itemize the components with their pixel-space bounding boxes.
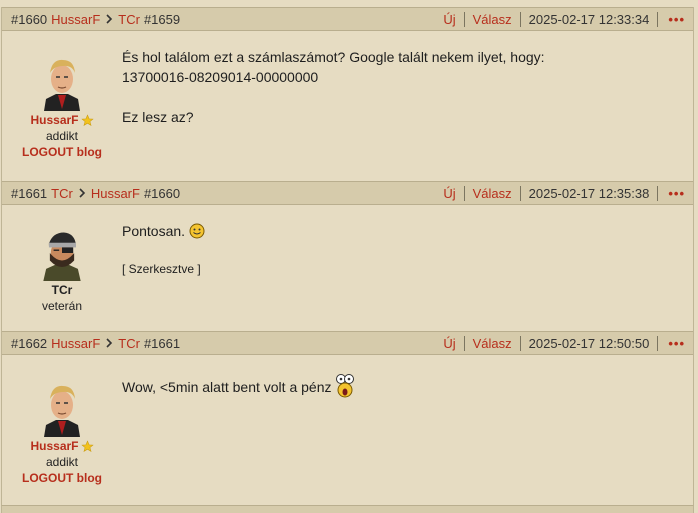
reply-to-post-link[interactable]: #1661 [144, 336, 180, 351]
post-text-line: Pontosan. [122, 221, 205, 241]
reply-button[interactable]: Válasz [473, 336, 512, 351]
post-1662: #1662 HussarF TCr #1661 Új Válasz 2025-0… [1, 331, 694, 505]
post-content: Pontosan. [ Szerkesztve ] [122, 205, 205, 331]
divider [657, 185, 659, 201]
post-date: 2025-02-17 12:50:50 [528, 335, 650, 351]
author-rank: addikt [45, 129, 79, 143]
avatar[interactable] [32, 51, 92, 111]
star-icon [80, 439, 94, 452]
avatar[interactable] [32, 377, 92, 437]
star-icon [80, 113, 94, 126]
post-text: Wow, <5min alatt bent volt a pénz [122, 379, 332, 395]
author-rank: addikt [45, 455, 79, 469]
author-name[interactable]: HussarF [30, 439, 94, 453]
chevron-right-icon [79, 188, 85, 198]
author-name-label[interactable]: HussarF [30, 439, 78, 453]
author-link[interactable]: TCr [51, 186, 73, 201]
post-header: #1662 HussarF TCr #1661 Új Válasz 2025-0… [2, 331, 693, 355]
author-panel: TCr veterán [2, 205, 122, 331]
post-number[interactable]: #1661 [11, 186, 47, 201]
post-date: 2025-02-17 12:35:38 [528, 185, 650, 201]
post-header: #1660 HussarF TCr #1659 Új Válasz 2025-0… [2, 7, 693, 31]
divider [463, 335, 465, 351]
post-text-line: 13700016-08209014-00000000 [122, 69, 319, 85]
post-body: HussarF addikt LOGOUT blog Wow, <5min al… [2, 355, 693, 505]
new-button[interactable]: Új [443, 336, 455, 351]
comment-thread: #1660 HussarF TCr #1659 Új Válasz 2025-0… [0, 0, 698, 513]
smile-icon [189, 223, 205, 239]
more-options-icon[interactable]: ••• [668, 12, 685, 27]
post-1660: #1660 HussarF TCr #1659 Új Válasz 2025-0… [1, 7, 694, 181]
chevron-right-icon [106, 14, 113, 24]
author-name-label[interactable]: HussarF [30, 113, 78, 127]
post-header: #1661 TCr HussarF #1660 Új Válasz 2025-0… [2, 181, 693, 205]
post-text-line: Ez lesz az? [122, 109, 194, 125]
post-content: Wow, <5min alatt bent volt a pénz [122, 355, 355, 505]
author-link[interactable]: HussarF [51, 12, 100, 27]
post-number[interactable]: #1662 [11, 336, 47, 351]
reply-button[interactable]: Válasz [473, 12, 512, 27]
post-date: 2025-02-17 12:33:34 [528, 11, 650, 27]
author-panel: HussarF addikt LOGOUT blog [2, 355, 122, 505]
shocked-smiley-icon [336, 374, 355, 398]
reply-to-user-link[interactable]: TCr [118, 12, 140, 27]
author-link[interactable]: HussarF [51, 336, 100, 351]
post-text-line: És hol találom ezt a számlaszámot? Googl… [122, 49, 545, 65]
author-panel: HussarF addikt LOGOUT blog [2, 31, 122, 181]
divider [463, 11, 465, 27]
post-text: Pontosan. [122, 223, 186, 239]
reply-to-post-link[interactable]: #1660 [144, 186, 180, 201]
divider [657, 335, 659, 351]
reply-button[interactable]: Válasz [473, 186, 512, 201]
post-body: TCr veterán Pontosan. [ Szerkesztve ] [2, 205, 693, 331]
author-blog-link[interactable]: LOGOUT blog [22, 471, 102, 485]
post-text-line [122, 87, 545, 107]
divider [519, 185, 521, 201]
author-name-label[interactable]: TCr [52, 283, 73, 297]
divider [519, 335, 521, 351]
post-1661: #1661 TCr HussarF #1660 Új Válasz 2025-0… [1, 181, 694, 331]
divider [463, 185, 465, 201]
avatar[interactable] [32, 225, 92, 281]
post-text-line: Wow, <5min alatt bent volt a pénz [122, 373, 355, 398]
reply-to-user-link[interactable]: TCr [118, 336, 140, 351]
more-options-icon[interactable]: ••• [668, 336, 685, 351]
edited-label[interactable]: [ Szerkesztve ] [122, 259, 205, 279]
reply-to-user-link[interactable]: HussarF [91, 186, 140, 201]
divider [657, 11, 659, 27]
divider [519, 11, 521, 27]
author-rank: veterán [41, 299, 83, 313]
author-blog-link[interactable]: LOGOUT blog [22, 145, 102, 159]
post-number[interactable]: #1660 [11, 12, 47, 27]
more-options-icon[interactable]: ••• [668, 186, 685, 201]
post-content: És hol találom ezt a számlaszámot? Googl… [122, 31, 545, 181]
new-button[interactable]: Új [443, 12, 455, 27]
author-name[interactable]: HussarF [30, 113, 94, 127]
reply-to-post-link[interactable]: #1659 [144, 12, 180, 27]
author-name[interactable]: TCr [52, 283, 73, 297]
chevron-right-icon [106, 338, 113, 348]
post-body: HussarF addikt LOGOUT blog És hol találo… [2, 31, 693, 181]
new-button[interactable]: Új [443, 186, 455, 201]
